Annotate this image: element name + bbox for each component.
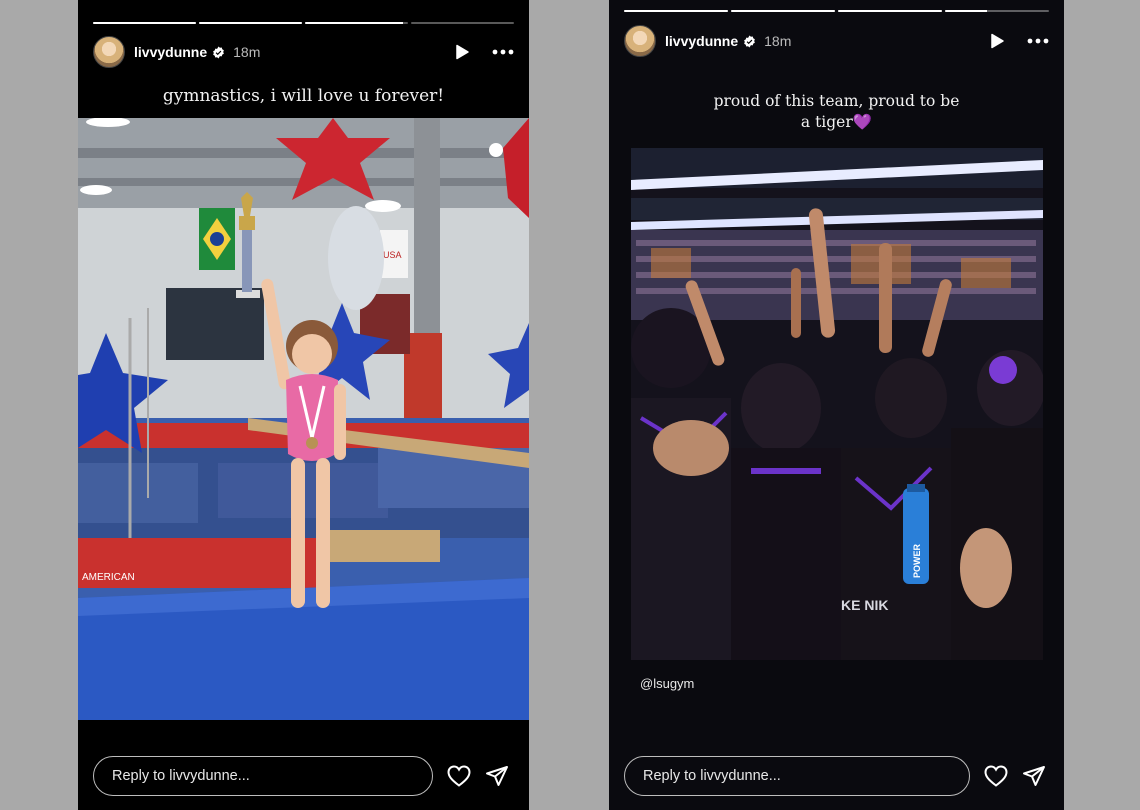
progress-segment [305,22,408,24]
play-icon[interactable] [989,33,1005,49]
photo-jersey-text: KE NIK [841,597,888,613]
progress-segment [731,10,835,12]
more-options-icon[interactable] [1027,38,1049,44]
send-icon[interactable] [1022,765,1046,787]
progress-segment [411,22,514,24]
verified-badge-icon [213,46,225,58]
story-panel-left[interactable]: livvydunne 18m gymnastics, i will love u… [78,0,529,810]
reply-bar: Reply to livvydunne... [624,756,1046,796]
post-time: 18m [764,33,792,49]
photo-usa-text: USA [383,250,402,260]
story-photo-gym: USA AMERICAN [78,118,529,720]
heart-icon[interactable] [447,765,471,787]
story-photo-team: POWER KE NIK [631,148,1043,660]
story-header: livvydunne 18m [93,36,514,68]
progress-segment [838,10,942,12]
story-progress-bar [624,10,1049,12]
more-options-icon[interactable] [492,49,514,55]
post-time: 18m [233,44,261,60]
story-caption: gymnastics, i will love u forever! [162,86,445,106]
story-caption: proud of this team, proud to be a tiger💜 [713,92,960,131]
progress-fill [945,10,987,12]
progress-fill [93,22,196,24]
progress-fill [731,10,835,12]
photo-bottle-text: POWER [912,543,922,578]
progress-segment [945,10,1049,12]
avatar[interactable] [93,36,125,68]
verified-badge-icon [744,35,756,47]
heart-icon[interactable] [984,765,1008,787]
play-icon[interactable] [454,44,470,60]
reply-input[interactable]: Reply to livvydunne... [93,756,433,796]
progress-fill [305,22,403,24]
username[interactable]: livvydunne [134,44,207,60]
reply-input[interactable]: Reply to livvydunne... [624,756,970,796]
story-progress-bar [93,22,514,24]
progress-segment [199,22,302,24]
progress-fill [199,22,302,24]
avatar[interactable] [624,25,656,57]
username[interactable]: livvydunne [665,33,738,49]
mention-tag[interactable]: @lsugym [640,676,694,691]
story-panel-right[interactable]: livvydunne 18m proud of this team, proud… [609,0,1064,810]
story-header: livvydunne 18m [624,25,1049,57]
progress-segment [93,22,196,24]
reply-bar: Reply to livvydunne... [93,756,509,796]
send-icon[interactable] [485,765,509,787]
progress-segment [624,10,728,12]
progress-fill [624,10,728,12]
photo-brand-text: AMERICAN [82,572,135,583]
progress-fill [838,10,942,12]
